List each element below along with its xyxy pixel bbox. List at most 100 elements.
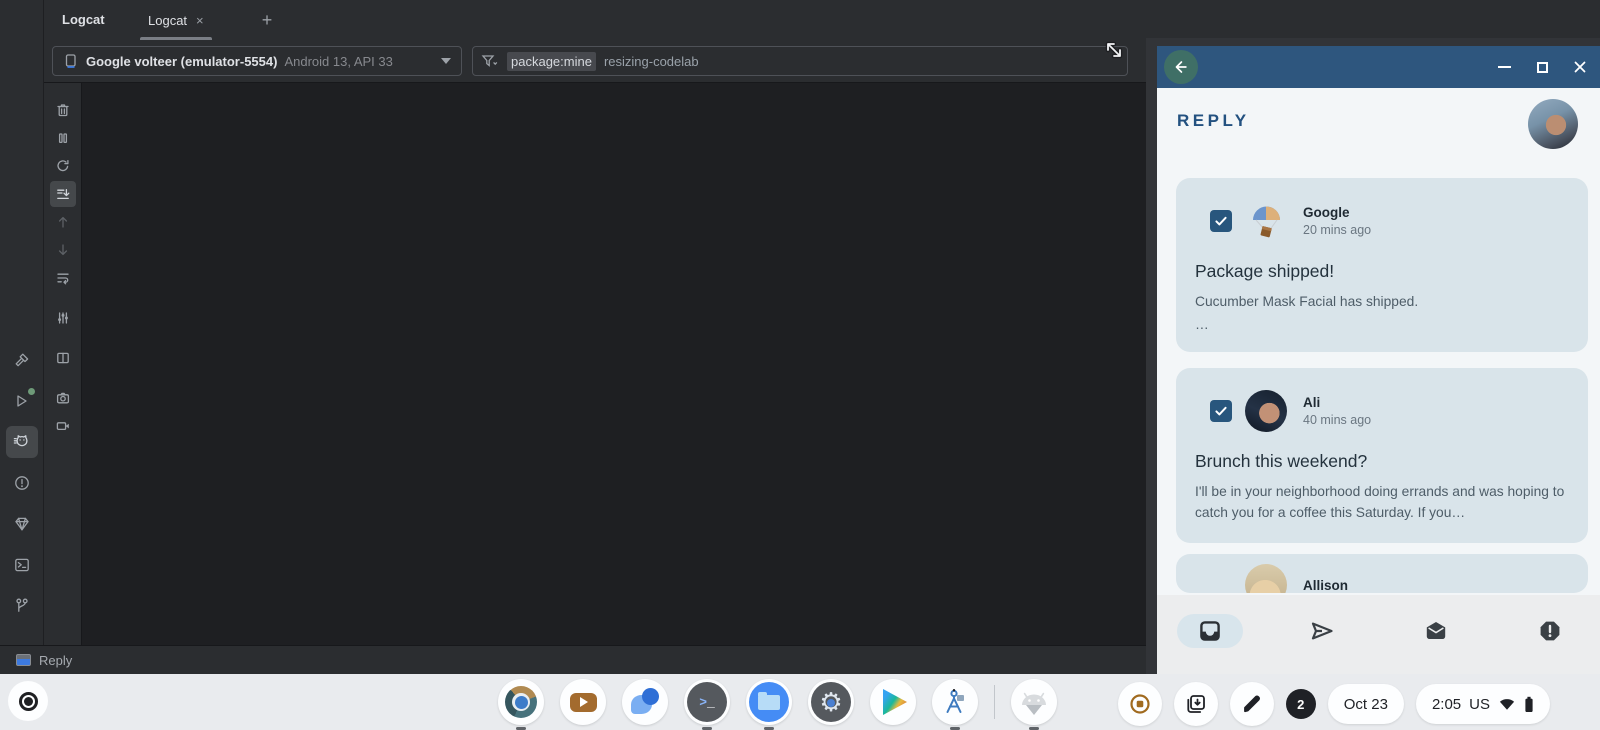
video-icon xyxy=(55,418,71,434)
dock-app-chromium[interactable] xyxy=(498,679,544,725)
dock-separator xyxy=(994,685,995,719)
logcat-toolbar xyxy=(44,83,82,645)
tab-close-icon[interactable]: × xyxy=(196,13,204,28)
logcat-tab[interactable]: Logcat × xyxy=(138,0,214,40)
run-icon xyxy=(13,392,31,410)
clear-logcat-button[interactable] xyxy=(50,97,76,123)
emulator-window: REPLY Google20 mins agoPackage shipped!C… xyxy=(1146,38,1600,674)
nav-inbox-button[interactable] xyxy=(1177,614,1243,648)
email-card[interactable]: Ali40 mins ago Brunch this weekend? I'll b… xyxy=(1176,368,1588,543)
email-checkbox[interactable] xyxy=(1210,400,1232,422)
arrow-up-icon xyxy=(55,214,71,230)
send-icon xyxy=(1309,619,1333,643)
filter-key-chip[interactable]: package:mine xyxy=(507,52,596,71)
filter-funnel-icon xyxy=(481,53,499,69)
nav-sent-button[interactable] xyxy=(1309,619,1333,643)
back-button[interactable] xyxy=(1164,50,1198,84)
terminal-icon: >_ xyxy=(687,682,727,722)
nav-mail-button[interactable] xyxy=(1424,619,1448,643)
logcat-panel-header: Logcat Logcat × + xyxy=(44,0,1600,40)
problems-tool-button[interactable] xyxy=(6,467,38,499)
youtube-icon xyxy=(570,693,597,712)
messages-icon xyxy=(631,688,659,716)
time-label: 2:05 xyxy=(1432,696,1461,713)
stylus-tools-button[interactable] xyxy=(1230,682,1274,726)
screen-capture-button[interactable] xyxy=(1174,682,1218,726)
launcher-button[interactable] xyxy=(8,681,48,721)
email-header-row: Allison xyxy=(1176,554,1588,593)
app-quality-insights-button[interactable] xyxy=(6,508,38,540)
email-list: Google20 mins ago Package shipped! Cucumbe… xyxy=(1157,88,1600,674)
system-tray: 2 Oct 23 2:05 US xyxy=(1118,682,1550,726)
email-subject: Brunch this weekend? xyxy=(1195,451,1588,472)
play-store-icon xyxy=(883,689,907,715)
build-tool-button[interactable] xyxy=(6,344,38,376)
dock-app-play-store[interactable] xyxy=(870,679,916,725)
new-tab-button[interactable]: + xyxy=(249,0,285,40)
run-tool-button[interactable] xyxy=(6,385,38,417)
soft-wrap-button[interactable] xyxy=(50,265,76,291)
dock-app-terminal[interactable]: >_ xyxy=(684,679,730,725)
screen-record-button[interactable] xyxy=(50,413,76,439)
android-head-icon xyxy=(1016,688,1052,716)
screenshot-button[interactable] xyxy=(50,385,76,411)
email-body: I'll be in your neighborhood doing erran… xyxy=(1195,481,1568,523)
calendar-date-pill[interactable]: Oct 23 xyxy=(1328,684,1404,724)
nav-spam-button[interactable] xyxy=(1538,619,1562,643)
chromeos-shelf: >_ ⚙ 2 Oct 23 xyxy=(0,674,1600,730)
camera-icon xyxy=(55,390,71,406)
notification-counter[interactable]: 2 xyxy=(1286,689,1316,719)
soft-wrap-icon xyxy=(55,270,71,286)
terminal-tool-button[interactable] xyxy=(6,549,38,581)
hammer-icon xyxy=(13,351,31,369)
email-checkbox[interactable] xyxy=(1210,210,1232,232)
scroll-to-end-button[interactable] xyxy=(50,181,76,207)
email-card[interactable]: Allison xyxy=(1176,554,1588,593)
split-panel-button[interactable] xyxy=(50,345,76,371)
dock-app-android-emulator[interactable] xyxy=(1011,679,1057,725)
gem-icon xyxy=(13,515,31,533)
previous-occurrence-button[interactable] xyxy=(50,209,76,235)
maximize-button[interactable] xyxy=(1534,59,1550,75)
version-control-button[interactable] xyxy=(6,590,38,622)
quick-settings-pill[interactable]: 2:05 US xyxy=(1416,684,1550,724)
logcat-tool-button[interactable] xyxy=(6,426,38,458)
chromium-icon xyxy=(505,686,537,718)
next-occurrence-button[interactable] xyxy=(50,237,76,263)
logcat-tab-label: Logcat xyxy=(148,13,187,28)
logcat-filter-input[interactable]: package:mine resizing-codelab xyxy=(472,46,1128,76)
android-studio-icon xyxy=(940,687,970,717)
dock-app-messages[interactable] xyxy=(622,679,668,725)
email-body: Cucumber Mask Facial has shipped. xyxy=(1195,291,1568,312)
dock-app-youtube[interactable] xyxy=(560,679,606,725)
sender-block: Google20 mins ago xyxy=(1303,205,1371,237)
restart-logcat-button[interactable] xyxy=(50,153,76,179)
pause-logcat-button[interactable] xyxy=(50,125,76,151)
dock-app-files[interactable] xyxy=(746,679,792,725)
keyboard-locale-label: US xyxy=(1469,696,1490,713)
screen: Logcat Logcat × + Google volteer (emulat… xyxy=(0,0,1600,730)
dock-app-settings[interactable]: ⚙ xyxy=(808,679,854,725)
email-header-row: Ali40 mins ago xyxy=(1176,368,1588,432)
email-card[interactable]: Google20 mins ago Package shipped! Cucumbe… xyxy=(1176,178,1588,352)
device-api-level: Android 13, API 33 xyxy=(284,54,392,69)
logcat-options-button[interactable] xyxy=(50,305,76,331)
date-label: Oct 23 xyxy=(1344,696,1388,713)
sender-avatar xyxy=(1245,390,1287,432)
running-badge xyxy=(28,388,35,395)
split-icon xyxy=(55,350,71,366)
sender-block: Allison xyxy=(1303,578,1348,593)
email-subject: Package shipped! xyxy=(1195,261,1588,282)
minimize-button[interactable] xyxy=(1496,59,1512,75)
close-button[interactable] xyxy=(1572,59,1588,75)
screen-record-indicator[interactable] xyxy=(1118,682,1162,726)
pause-icon xyxy=(55,130,71,146)
wifi-icon xyxy=(1498,697,1516,711)
emulator-titlebar[interactable] xyxy=(1157,46,1600,88)
dock-app-android-studio[interactable] xyxy=(932,679,978,725)
logcat-panel-title: Logcat xyxy=(62,0,105,40)
battery-icon xyxy=(1524,696,1534,713)
arrow-down-icon xyxy=(55,242,71,258)
device-selector-dropdown[interactable]: Google volteer (emulator-5554) Android 1… xyxy=(52,46,462,76)
inbox-icon xyxy=(1198,619,1222,643)
